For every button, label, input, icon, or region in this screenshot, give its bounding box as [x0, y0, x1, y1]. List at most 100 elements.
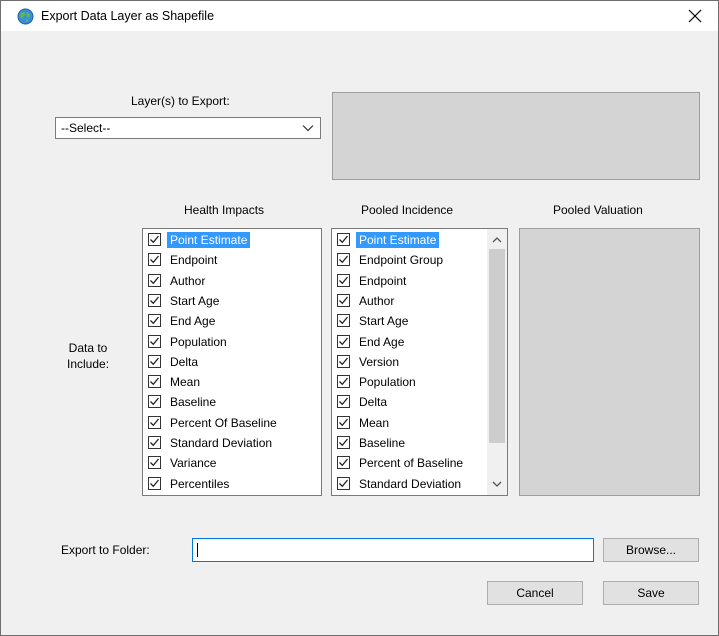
layer-select[interactable]: --Select-- — [55, 117, 321, 139]
checkbox[interactable] — [148, 293, 161, 307]
checkbox[interactable] — [148, 375, 161, 389]
list-item[interactable]: Point Estimate — [334, 230, 505, 250]
checkmark-icon — [150, 357, 160, 366]
list-item[interactable]: Percentiles — [145, 474, 319, 494]
list-item[interactable]: Population — [334, 372, 505, 392]
list-item-label: Population — [359, 375, 416, 390]
list-item[interactable]: Variance — [145, 453, 319, 473]
list-item[interactable]: Delta — [334, 392, 505, 412]
list-item-label: Standard Deviation — [170, 436, 273, 450]
browse-button[interactable]: Browse... — [603, 538, 699, 562]
save-button[interactable]: Save — [603, 581, 699, 605]
list-item-label: Author — [170, 273, 206, 288]
pooled-incidence-list[interactable]: Point Estimate Endpoint Group Endpoint Auth… — [331, 228, 508, 496]
checkbox[interactable] — [148, 334, 161, 348]
health-impacts-list[interactable]: Point Estimate Endpoint Author Start Age End… — [142, 228, 322, 496]
pooled-valuation-header: Pooled Valuation — [553, 203, 643, 217]
data-to-include-label: Data to Include: — [67, 341, 110, 371]
layer-select-value: --Select-- — [61, 121, 111, 135]
list-item[interactable]: Mean — [334, 413, 505, 433]
checkmark-icon — [339, 357, 349, 366]
checkmark-icon — [150, 418, 160, 426]
layer-preview-panel — [332, 92, 700, 180]
checkmark-icon — [339, 458, 349, 467]
list-item[interactable]: Baseline — [334, 433, 505, 453]
checkbox[interactable] — [337, 456, 350, 470]
title-bar: Export Data Layer as Shapefile — [1, 1, 718, 31]
list-item[interactable]: End Age — [334, 332, 505, 352]
list-item[interactable]: Author — [334, 291, 505, 311]
checkbox[interactable] — [148, 273, 161, 287]
list-item-label: Version — [359, 354, 400, 369]
checkbox[interactable] — [337, 334, 350, 348]
list-item[interactable]: Mean — [145, 372, 319, 392]
checkmark-icon — [150, 337, 160, 345]
list-item[interactable]: Start Age — [334, 311, 505, 331]
checkmark-icon — [150, 458, 160, 467]
list-item[interactable]: Point Estimate — [145, 230, 319, 250]
scroll-down-icon[interactable] — [491, 478, 503, 490]
close-button[interactable] — [671, 1, 718, 31]
checkbox[interactable] — [337, 253, 350, 267]
list-item[interactable]: Start Age — [145, 291, 319, 311]
list-item[interactable]: Endpoint — [334, 271, 505, 291]
checkbox[interactable] — [148, 395, 161, 409]
list-item-label: Endpoint — [359, 273, 407, 288]
checkbox[interactable] — [148, 253, 161, 267]
checkmark-icon — [150, 235, 160, 244]
checkbox[interactable] — [337, 415, 350, 429]
pooled-incidence-header: Pooled Incidence — [361, 203, 454, 217]
list-item[interactable]: Version — [334, 352, 505, 372]
scrollbar-thumb[interactable] — [489, 249, 505, 443]
checkbox[interactable] — [148, 436, 161, 449]
cancel-button[interactable]: Cancel — [487, 581, 583, 605]
list-item[interactable]: Delta — [145, 352, 319, 372]
list-item[interactable]: Author — [145, 271, 319, 291]
scroll-up-icon[interactable] — [491, 234, 503, 246]
list-item-label: Percent of Baseline — [359, 456, 464, 471]
checkmark-icon — [150, 377, 160, 386]
list-item[interactable]: Baseline — [145, 392, 319, 412]
list-item-label: Variance — [170, 456, 217, 471]
checkbox[interactable] — [337, 354, 350, 368]
export-folder-label: Export to Folder: — [61, 543, 150, 557]
list-item-label: End Age — [359, 334, 405, 349]
checkbox[interactable] — [148, 314, 161, 328]
list-item-label: End Age — [170, 314, 216, 329]
pooled-valuation-list[interactable] — [519, 228, 700, 496]
list-item[interactable]: Population — [145, 332, 319, 352]
window-title: Export Data Layer as Shapefile — [41, 9, 215, 23]
checkbox[interactable] — [337, 476, 350, 490]
list-item-label: Delta — [359, 395, 388, 410]
vertical-scrollbar[interactable] — [487, 229, 507, 495]
checkbox[interactable] — [148, 233, 161, 246]
checkbox[interactable] — [337, 436, 350, 449]
checkmark-icon — [150, 438, 160, 447]
checkmark-icon — [339, 337, 349, 345]
checkbox[interactable] — [148, 415, 161, 429]
list-item[interactable]: Standard Deviation — [145, 433, 319, 453]
checkmark-icon — [339, 377, 349, 386]
checkbox[interactable] — [148, 354, 161, 368]
chevron-down-icon — [302, 125, 314, 132]
list-item[interactable]: Endpoint — [145, 250, 319, 270]
list-item-label: Percentiles — [170, 476, 230, 491]
list-item[interactable]: Standard Deviation — [334, 474, 505, 494]
export-folder-input[interactable] — [192, 538, 594, 562]
checkbox[interactable] — [337, 273, 350, 287]
checkbox[interactable] — [337, 395, 350, 409]
checkbox[interactable] — [148, 456, 161, 470]
list-item[interactable]: Percent of Baseline — [334, 453, 505, 473]
health-impacts-header: Health Impacts — [184, 203, 265, 217]
checkbox[interactable] — [337, 293, 350, 307]
checkbox[interactable] — [337, 314, 350, 328]
checkbox[interactable] — [148, 476, 161, 490]
list-item[interactable]: Endpoint Group — [334, 250, 505, 270]
checkmark-icon — [150, 296, 160, 305]
list-item[interactable]: End Age — [145, 311, 319, 331]
checkbox[interactable] — [337, 375, 350, 389]
export-dialog: Export Data Layer as Shapefile Layer(s) … — [0, 0, 719, 636]
checkmark-icon — [339, 276, 349, 284]
list-item[interactable]: Percent Of Baseline — [145, 413, 319, 433]
checkbox[interactable] — [337, 233, 350, 246]
